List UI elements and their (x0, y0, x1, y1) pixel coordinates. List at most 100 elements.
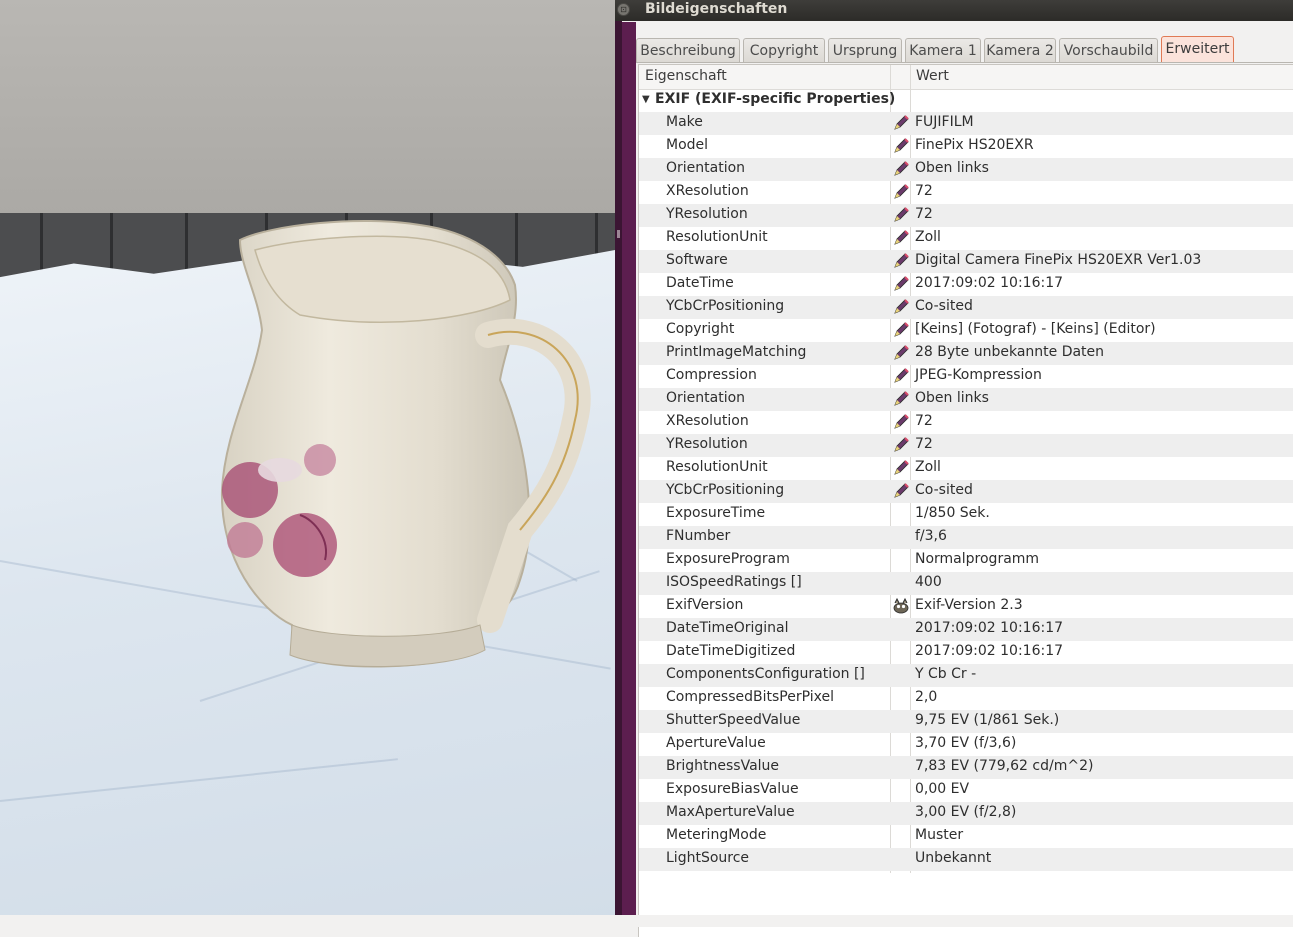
grip-icon (617, 230, 620, 238)
table-row[interactable]: Copyright [Keins] (Fotograf) - [Keins] (E… (639, 319, 1293, 342)
table-row[interactable]: ISOSpeedRatings [] 400 (639, 572, 1293, 595)
tab-vorschaubild[interactable]: Vorschaubild (1059, 38, 1158, 62)
table-row[interactable]: XResolution 72 (639, 411, 1293, 434)
table-row[interactable]: ComponentsConfiguration [] Y Cb Cr - (639, 664, 1293, 687)
table-row[interactable]: Make FUJIFILM (639, 112, 1293, 135)
property-value: Normalprogramm (915, 551, 1040, 567)
edit-pen-icon (894, 391, 909, 406)
column-header-property[interactable]: Eigenschaft (645, 68, 727, 84)
table-row[interactable]: ExposureProgram Normalprogramm (639, 549, 1293, 572)
property-value: FinePix HS20EXR (915, 137, 1034, 153)
property-name: DateTimeOriginal (666, 620, 789, 636)
edit-pen-icon (894, 368, 909, 383)
property-name: BrightnessValue (666, 758, 780, 774)
property-name: Orientation (666, 390, 746, 406)
table-row[interactable]: YCbCrPositioning Co-sited (639, 296, 1293, 319)
table-row[interactable]: LightSource Unbekannt (639, 848, 1293, 871)
table-row[interactable]: PrintImageMatching 28 Byte unbekannte Dat… (639, 342, 1293, 365)
gimp-wilber-icon (893, 597, 909, 614)
table-row[interactable]: MaxApertureValue 3,00 EV (f/2,8) (639, 802, 1293, 825)
edit-pen-icon (894, 161, 909, 176)
tab-bar: Beschreibung Copyright Ursprung Kamera 1… (636, 36, 1293, 63)
table-row[interactable]: ApertureValue 3,70 EV (f/3,6) (639, 733, 1293, 756)
property-value: 2017:09:02 10:16:17 (915, 275, 1064, 291)
property-value: 2017:09:02 10:16:17 (915, 620, 1064, 636)
table-row[interactable]: Orientation Oben links (639, 158, 1293, 181)
edit-pen-icon (894, 184, 909, 199)
property-value: Oben links (915, 160, 989, 176)
property-name: LightSource (666, 850, 750, 866)
table-row[interactable]: Compression JPEG-Kompression (639, 365, 1293, 388)
table-row[interactable]: ResolutionUnit Zoll (639, 227, 1293, 250)
property-name: MeteringMode (666, 827, 767, 843)
table-row[interactable]: CompressedBitsPerPixel 2,0 (639, 687, 1293, 710)
edit-pen-icon (894, 414, 909, 429)
table-row[interactable]: DateTimeDigitized 2017:09:02 10:16:17 (639, 641, 1293, 664)
window-menu-icon[interactable]: ⊡ (617, 3, 630, 16)
property-value: Co-sited (915, 482, 973, 498)
exif-property-table[interactable]: Eigenschaft Wert ▼ EXIF (EXIF-specific Pr… (638, 64, 1293, 937)
table-row[interactable]: YResolution 72 (639, 204, 1293, 227)
edit-pen-icon (894, 276, 909, 291)
pane-resize-handle[interactable] (615, 0, 622, 915)
group-row-exif[interactable]: ▼ EXIF (EXIF-specific Properties) (639, 89, 1293, 112)
photo-canvas (0, 0, 615, 927)
property-name: ResolutionUnit (666, 459, 768, 475)
edit-pen-icon (894, 138, 909, 153)
window-titlebar[interactable]: ⊡ Bildeigenschaften (615, 0, 1293, 21)
property-name: ShutterSpeedValue (666, 712, 801, 728)
edit-pen-icon (894, 483, 909, 498)
property-value: [Keins] (Fotograf) - [Keins] (Editor) (915, 321, 1156, 337)
table-row[interactable]: Software Digital Camera FinePix HS20EXR V… (639, 250, 1293, 273)
property-name: ExposureProgram (666, 551, 790, 567)
table-row[interactable]: ResolutionUnit Zoll (639, 457, 1293, 480)
property-name: Make (666, 114, 703, 130)
tab-ursprung[interactable]: Ursprung (828, 38, 902, 62)
table-header: Eigenschaft Wert (639, 65, 1293, 90)
table-row[interactable]: Orientation Oben links (639, 388, 1293, 411)
property-value: Digital Camera FinePix HS20EXR Ver1.03 (915, 252, 1202, 268)
table-row[interactable]: ShutterSpeedValue 9,75 EV (1/861 Sek.) (639, 710, 1293, 733)
property-value: 7,83 EV (779,62 cd/m^2) (915, 758, 1094, 774)
table-row[interactable]: FNumber f/3,6 (639, 526, 1293, 549)
property-value: 3,00 EV (f/2,8) (915, 804, 1017, 820)
table-row[interactable]: BrightnessValue 7,83 EV (779,62 cd/m^2) (639, 756, 1293, 779)
property-value: Zoll (915, 459, 941, 475)
table-row[interactable]: ExposureTime 1/850 Sek. (639, 503, 1293, 526)
table-row[interactable]: DateTime 2017:09:02 10:16:17 (639, 273, 1293, 296)
tab-copyright[interactable]: Copyright (743, 38, 825, 62)
property-name: PrintImageMatching (666, 344, 807, 360)
table-row[interactable]: ExposureBiasValue 0,00 EV (639, 779, 1293, 802)
property-name: ComponentsConfiguration [] (666, 666, 865, 682)
tab-erweitert[interactable]: Erweitert (1161, 36, 1234, 63)
edit-pen-icon (894, 115, 909, 130)
property-name: CompressedBitsPerPixel (666, 689, 834, 705)
edit-pen-icon (894, 322, 909, 337)
table-row[interactable]: YResolution 72 (639, 434, 1293, 457)
property-value: 1/850 Sek. (915, 505, 990, 521)
property-name: YResolution (666, 206, 748, 222)
column-header-value[interactable]: Wert (916, 68, 949, 84)
table-row[interactable]: XResolution 72 (639, 181, 1293, 204)
tab-kamera-1[interactable]: Kamera 1 (905, 38, 981, 62)
property-value: Co-sited (915, 298, 973, 314)
table-row[interactable]: ExifVersion Exif-Version 2.3 (639, 595, 1293, 618)
side-accent-bar (622, 22, 636, 915)
tab-kamera-2[interactable]: Kamera 2 (984, 38, 1056, 62)
property-value: Muster (915, 827, 964, 843)
property-value: 72 (915, 413, 933, 429)
property-value: Oben links (915, 390, 989, 406)
window-bottom-edge (0, 915, 1293, 927)
table-row[interactable]: MeteringMode Muster (639, 825, 1293, 848)
property-value: Zoll (915, 229, 941, 245)
expander-triangle-icon[interactable]: ▼ (642, 94, 650, 105)
table-row[interactable]: YCbCrPositioning Co-sited (639, 480, 1293, 503)
table-row[interactable]: Model FinePix HS20EXR (639, 135, 1293, 158)
property-name: ExposureBiasValue (666, 781, 799, 797)
property-value: Unbekannt (915, 850, 992, 866)
property-name: FNumber (666, 528, 731, 544)
table-row[interactable]: DateTimeOriginal 2017:09:02 10:16:17 (639, 618, 1293, 641)
property-value: f/3,6 (915, 528, 947, 544)
property-value: 72 (915, 436, 933, 452)
tab-beschreibung[interactable]: Beschreibung (636, 38, 740, 62)
